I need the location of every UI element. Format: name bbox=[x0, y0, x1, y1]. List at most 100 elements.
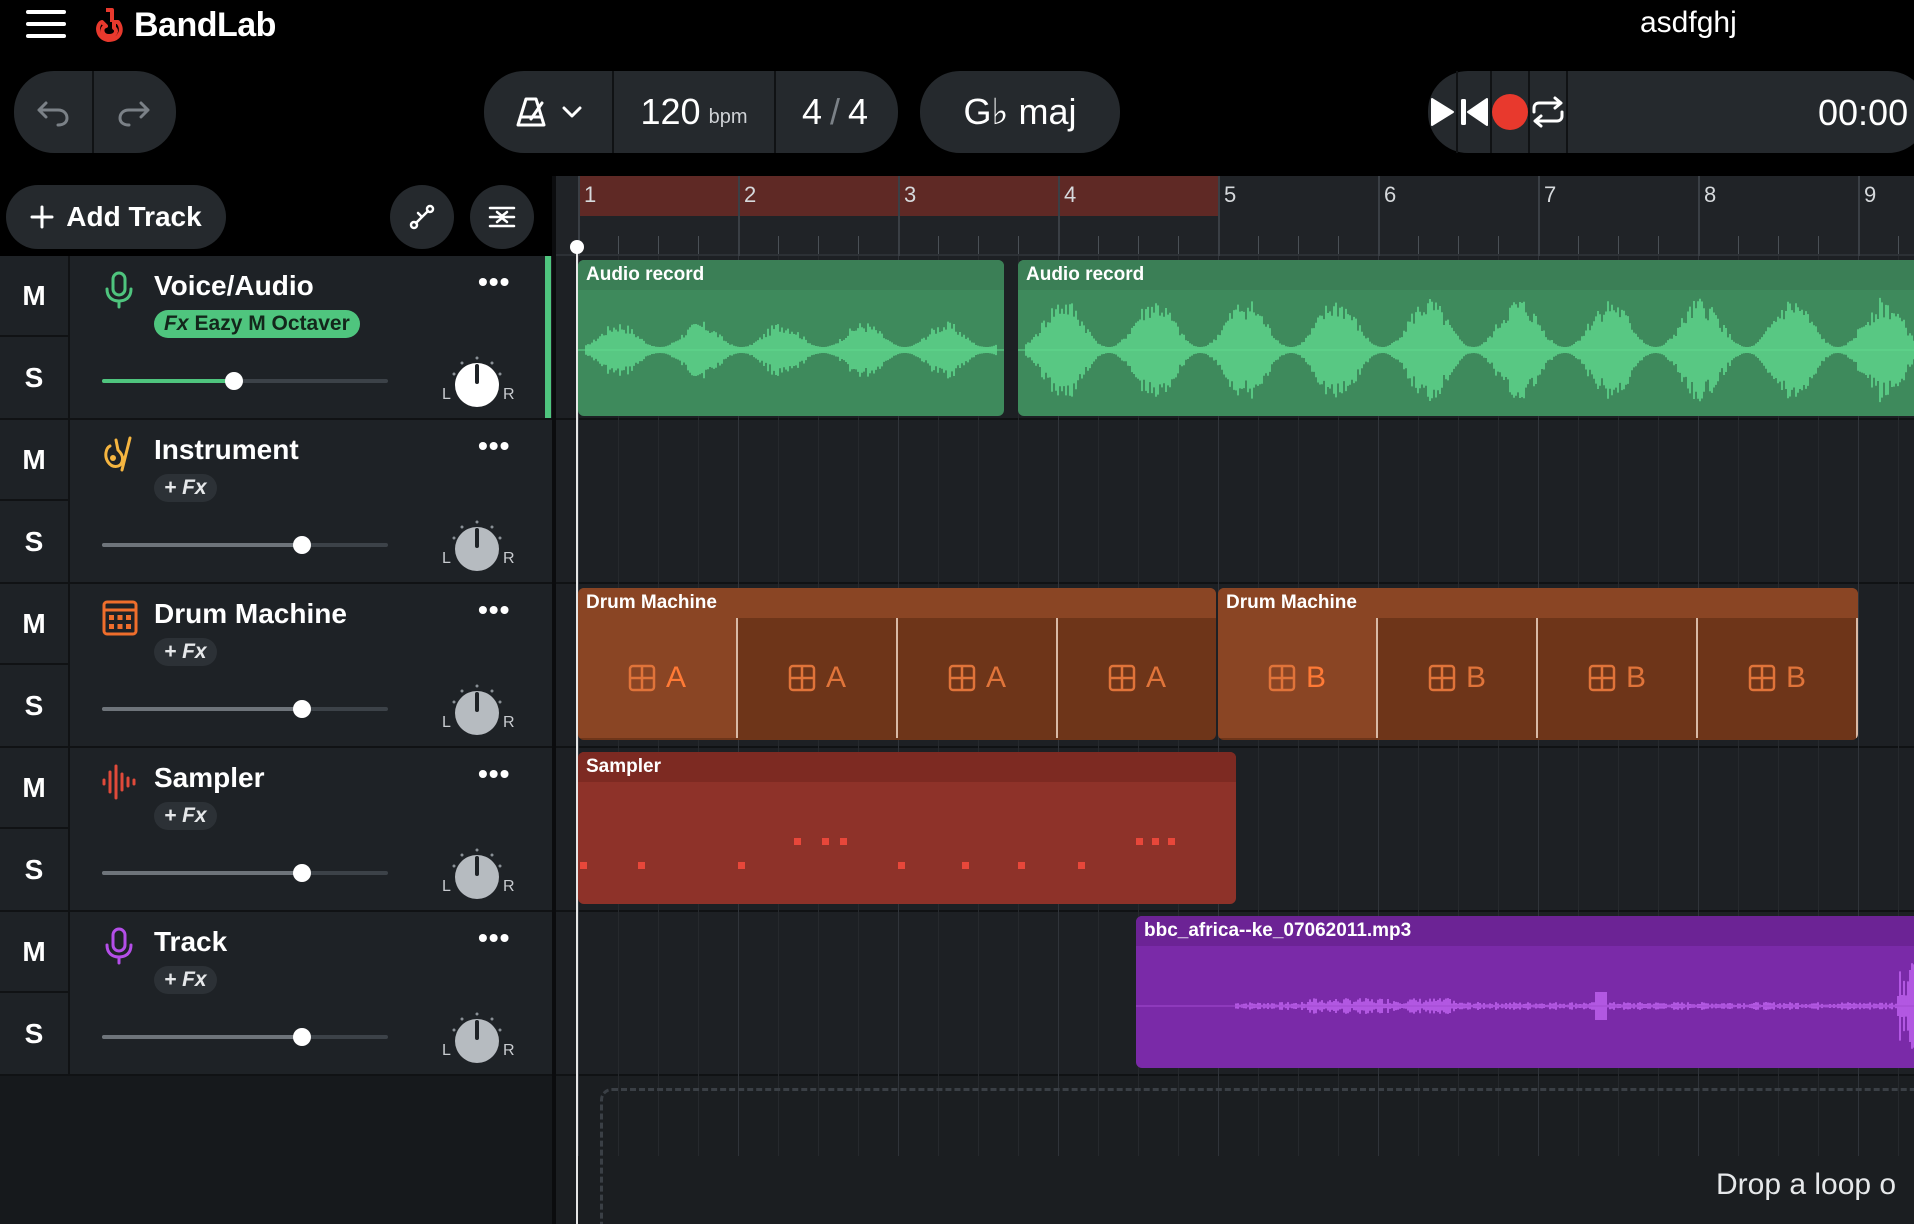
grid-icon bbox=[948, 664, 976, 692]
track-name[interactable]: Track bbox=[154, 926, 227, 958]
pattern-cell[interactable]: A bbox=[1058, 618, 1216, 738]
drop-zone-text: Drop a loop o bbox=[1716, 1168, 1897, 1201]
volume-slider[interactable] bbox=[102, 700, 388, 718]
redo-button[interactable] bbox=[94, 71, 174, 153]
mute-solo-column: M S bbox=[0, 584, 70, 746]
add-fx-button[interactable]: + Fx bbox=[154, 966, 217, 994]
mute-button[interactable]: M bbox=[0, 420, 68, 501]
track-header-instrument[interactable]: M S Instrument ••• + Fx L R bbox=[0, 420, 552, 584]
solo-button[interactable]: S bbox=[0, 501, 68, 582]
mute-solo-column: M S bbox=[0, 420, 70, 582]
track-name[interactable]: Sampler bbox=[154, 762, 265, 794]
track-more-button[interactable]: ••• bbox=[478, 922, 510, 954]
audio-clip[interactable]: Audio record bbox=[1018, 260, 1914, 416]
track-more-button[interactable]: ••• bbox=[478, 758, 510, 790]
pattern-cell[interactable]: B bbox=[1218, 618, 1378, 738]
pan-knob[interactable] bbox=[450, 848, 504, 902]
loop-drop-zone[interactable] bbox=[600, 1088, 1914, 1224]
audio-file-clip[interactable]: bbc_africa--ke_07062011.mp3 bbox=[1136, 916, 1914, 1068]
fit-tracks-button[interactable] bbox=[470, 185, 534, 249]
beat-tick bbox=[818, 236, 819, 254]
pan-knob[interactable] bbox=[450, 356, 504, 410]
volume-thumb[interactable] bbox=[293, 700, 312, 718]
track-header-voice[interactable]: M S Voice/Audio ••• Fx Eazy M Octaver L … bbox=[0, 256, 552, 420]
record-button[interactable] bbox=[1492, 71, 1530, 153]
pan-knob[interactable] bbox=[450, 1012, 504, 1066]
sampler-clip[interactable]: Sampler bbox=[578, 752, 1236, 904]
playhead-handle[interactable] bbox=[570, 240, 584, 254]
track-more-button[interactable]: ••• bbox=[478, 266, 510, 298]
track-name[interactable]: Drum Machine bbox=[154, 598, 347, 630]
volume-slider[interactable] bbox=[102, 536, 388, 554]
bar-number: 3 bbox=[904, 182, 917, 207]
microphone-icon bbox=[105, 927, 133, 965]
volume-thumb[interactable] bbox=[293, 1028, 312, 1046]
rewind-button[interactable] bbox=[1458, 71, 1492, 153]
track-header-sampler[interactable]: M S Sampler ••• + Fx L R bbox=[0, 748, 552, 912]
lane-instrument[interactable] bbox=[556, 420, 1914, 584]
beat-tick bbox=[1258, 236, 1259, 254]
bandlab-logo-icon bbox=[96, 8, 123, 42]
pattern-cell[interactable]: A bbox=[738, 618, 898, 738]
audio-clip[interactable]: Audio record bbox=[578, 260, 1004, 416]
volume-slider[interactable] bbox=[102, 864, 388, 882]
timeline[interactable]: 1 2 3 4 5 6 7 8 9 Audio record Audio record Drum… bbox=[556, 176, 1914, 1224]
beat-tick bbox=[1338, 236, 1339, 254]
playhead[interactable] bbox=[576, 246, 578, 1224]
fx-preset-name: Eazy M Octaver bbox=[194, 312, 350, 335]
pattern-cell[interactable]: B bbox=[1698, 618, 1858, 738]
volume-thumb[interactable] bbox=[293, 864, 312, 882]
pattern-cell[interactable]: A bbox=[898, 618, 1058, 738]
solo-button[interactable]: S bbox=[0, 337, 68, 418]
track-name[interactable]: Instrument bbox=[154, 434, 299, 466]
pattern-letter: A bbox=[825, 661, 846, 694]
metronome-button[interactable] bbox=[484, 71, 614, 153]
track-header-track[interactable]: M S Track ••• + Fx L R bbox=[0, 912, 552, 1076]
timeline-ruler[interactable]: 1 2 3 4 5 6 7 8 9 bbox=[556, 176, 1914, 256]
mute-button[interactable]: M bbox=[0, 584, 68, 665]
mute-button[interactable]: M bbox=[0, 748, 68, 829]
brand-name: BandLab bbox=[134, 5, 276, 44]
bar-line bbox=[1858, 176, 1860, 256]
beat-tick bbox=[698, 236, 699, 254]
volume-thumb[interactable] bbox=[293, 536, 312, 554]
beat-tick bbox=[1098, 236, 1099, 254]
pattern-cell[interactable]: B bbox=[1378, 618, 1538, 738]
undo-button[interactable] bbox=[14, 71, 94, 153]
track-more-button[interactable]: ••• bbox=[478, 430, 510, 462]
volume-slider[interactable] bbox=[102, 1028, 388, 1046]
drum-machine-clip[interactable]: Drum Machine B B B B bbox=[1218, 588, 1858, 740]
pattern-cell[interactable]: B bbox=[1538, 618, 1698, 738]
mute-button[interactable]: M bbox=[0, 912, 68, 993]
instrument-icon bbox=[104, 436, 132, 472]
automation-button[interactable] bbox=[390, 185, 454, 249]
chevron-down-icon[interactable] bbox=[562, 105, 582, 119]
play-button[interactable] bbox=[1428, 71, 1458, 153]
solo-button[interactable]: S bbox=[0, 993, 68, 1074]
project-name[interactable]: asdfghj bbox=[1640, 6, 1737, 40]
plus-icon bbox=[30, 205, 54, 229]
solo-button[interactable]: S bbox=[0, 665, 68, 746]
bandlab-logo[interactable]: BandLab bbox=[92, 4, 276, 46]
time-signature[interactable]: 4 / 4 bbox=[776, 71, 894, 153]
add-fx-button[interactable]: + Fx bbox=[154, 638, 217, 666]
solo-button[interactable]: S bbox=[0, 829, 68, 910]
volume-thumb[interactable] bbox=[224, 372, 243, 390]
volume-slider[interactable] bbox=[102, 372, 388, 390]
loop-button[interactable] bbox=[1530, 71, 1568, 153]
add-fx-button[interactable]: + Fx bbox=[154, 474, 217, 502]
fx-badge[interactable]: Fx Eazy M Octaver bbox=[154, 310, 360, 338]
menu-icon[interactable] bbox=[26, 8, 66, 40]
track-name[interactable]: Voice/Audio bbox=[154, 270, 314, 302]
drum-machine-clip[interactable]: Drum Machine A A A A bbox=[578, 588, 1216, 740]
track-more-button[interactable]: ••• bbox=[478, 594, 510, 626]
key-selector[interactable]: G♭ maj bbox=[920, 71, 1120, 153]
add-fx-button[interactable]: + Fx bbox=[154, 802, 217, 830]
add-track-button[interactable]: Add Track bbox=[6, 185, 226, 249]
mute-button[interactable]: M bbox=[0, 256, 68, 337]
pan-knob[interactable] bbox=[450, 684, 504, 738]
pattern-cell[interactable]: A bbox=[578, 618, 738, 738]
track-header-drum-machine[interactable]: M S Drum Machine ••• + Fx L R bbox=[0, 584, 552, 748]
tempo-control[interactable]: 120 bpm bbox=[614, 71, 776, 153]
pan-knob[interactable] bbox=[450, 520, 504, 574]
